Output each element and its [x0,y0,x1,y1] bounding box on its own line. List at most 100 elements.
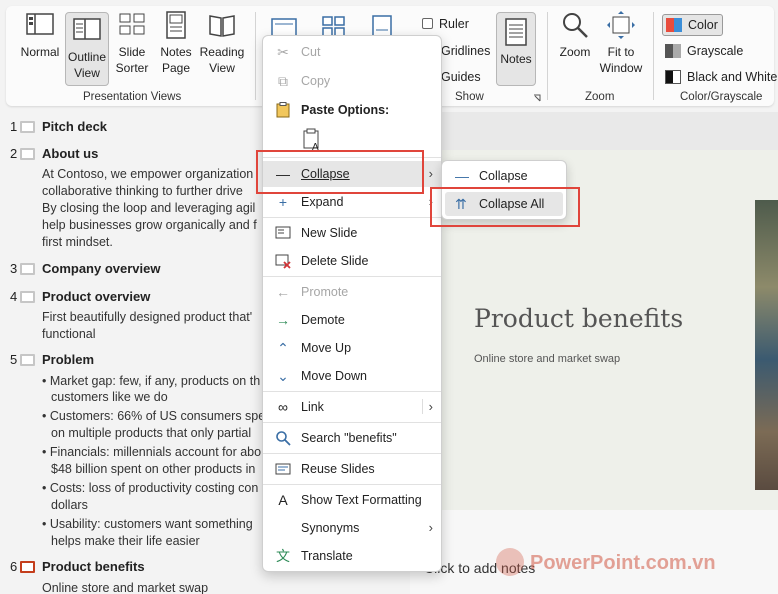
menu-label-promote: Promote [301,285,349,299]
slide-thumbnail-icon [20,148,35,160]
menu-item-link[interactable]: ∞ Link › [263,394,441,420]
normal-view-button[interactable]: Normal [18,10,62,60]
arrow-left-icon: ← [276,284,290,300]
outline-bullet[interactable]: • Costs: loss of productivity costing co… [42,480,258,497]
outline-slide-title[interactable]: Product benefits [42,559,145,574]
reading-view-label-2: View [209,61,235,75]
black-white-swatch-icon [665,70,681,84]
group-label-show: Show [455,91,484,103]
slide-subtitle[interactable]: Online store and market swap [474,353,620,365]
fit-to-window-button[interactable]: Fit to Window [598,10,644,76]
gridlines-checkbox[interactable]: Gridlines [441,43,490,59]
outline-bullet-cont[interactable]: $48 billion spent on other products in [51,461,255,478]
reading-view-button[interactable]: Reading View [199,10,245,76]
outline-slide-item[interactable]: 4 Product overview [10,289,150,304]
menu-item-search[interactable]: Search "benefits" [263,425,441,451]
copy-icon: ⧉ [278,73,288,89]
notes-page-label-1: Notes [160,45,192,59]
menu-item-translate[interactable]: 文 Translate [263,543,441,569]
fit-to-window-icon [607,11,635,39]
menu-separator [263,276,441,277]
slide-sorter-button[interactable]: Slide Sorter [112,10,152,76]
menu-separator [263,453,441,454]
guides-checkbox[interactable]: Guides [441,69,481,85]
menu-item-show-text-formatting[interactable]: A Show Text Formatting [263,487,441,513]
ruler-label: Ruler [439,17,469,31]
grayscale-label: Grayscale [687,44,744,58]
outline-slide-item[interactable]: 3 Company overview [10,261,161,276]
slide-photo[interactable] [755,200,778,490]
black-white-option[interactable]: Black and White [665,68,777,86]
outline-body-line[interactable]: collaborative thinking to further drive [42,183,243,200]
menu-item-new-slide[interactable]: New Slide [263,220,441,246]
outline-slide-title[interactable]: About us [42,146,98,161]
notes-icon [505,18,527,46]
outline-bullet-cont[interactable]: on multiple products that only partial [51,425,251,442]
chevron-right-icon[interactable]: › [421,399,433,414]
menu-item-move-down[interactable]: ⌄ Move Down [263,363,441,389]
expand-plus-icon: + [278,194,288,210]
outline-body-line[interactable]: First beautifully designed product that' [42,309,252,326]
outline-slide-title[interactable]: Company overview [42,261,161,276]
outline-bullet[interactable]: • Market gap: few, if any, products on t… [42,373,260,390]
menu-item-move-up[interactable]: ⌃ Move Up [263,335,441,361]
menu-item-synonyms[interactable]: Synonyms › [263,515,441,541]
group-label-presentation-views: Presentation Views [83,91,182,103]
reading-view-label-1: Reading [199,45,245,59]
context-menu: ✂ Cut ⧉ Copy Paste Options: A — Collapse › +… [262,35,442,572]
new-slide-icon [275,225,291,241]
grayscale-option[interactable]: Grayscale [665,42,743,60]
submenu-item-collapse[interactable]: — Collapse [445,164,563,188]
outline-bullet-cont[interactable]: helps make their life easier [51,533,200,550]
dialog-launcher-icon[interactable] [533,94,541,102]
menu-label-new-slide: New Slide [301,226,358,240]
menu-item-promote[interactable]: ← Promote [263,279,441,305]
outline-bullet[interactable]: • Customers: 66% of US consumers spe [42,408,265,425]
slide-thumbnail-icon [20,121,35,133]
menu-item-copy[interactable]: ⧉ Copy [263,68,441,94]
menu-item-reuse-slides[interactable]: Reuse Slides [263,456,441,482]
outline-bullet[interactable]: • Financials: millennials account for ab… [42,444,261,461]
menu-label-show-text-formatting: Show Text Formatting [301,493,422,507]
slide-number: 4 [10,289,18,304]
menu-item-delete-slide[interactable]: Delete Slide [263,248,441,274]
outline-body-line[interactable]: functional [42,326,96,343]
zoom-label: Zoom [559,45,591,59]
notes-button[interactable]: Notes [496,12,536,86]
move-down-icon: ⌄ [277,368,289,384]
normal-view-label: Normal [20,45,60,59]
menu-separator [263,391,441,392]
outline-body-line[interactable]: At Contoso, we empower organization [42,166,253,183]
outline-slide-item[interactable]: 1 Pitch deck [10,119,107,134]
color-option[interactable]: Color [662,14,723,36]
outline-slide-item-selected[interactable]: 6 Product benefits [10,559,145,574]
outline-body-line[interactable]: first mindset. [42,234,113,251]
outline-slide-title[interactable]: Problem [42,352,94,367]
slide-sorter-icon [119,13,145,35]
outline-slide-item[interactable]: 5 Problem [10,352,94,367]
outline-view-button[interactable]: Outline View [65,12,109,86]
outline-body-line[interactable]: By closing the loop and leveraging agil [42,200,255,217]
ruler-checkbox[interactable]: Ruler [422,16,469,32]
color-swatch-icon [666,18,682,32]
outline-bullet-cont[interactable]: dollars [51,497,88,514]
outline-bullet[interactable]: • Usability: customers want something [42,516,253,533]
clipboard-icon [275,102,291,118]
search-icon [275,430,291,446]
ruler-checkbox-box[interactable] [422,18,433,29]
paste-keep-text-only-icon[interactable]: A [301,128,323,152]
outline-body-line[interactable]: help businesses grow organically and f [42,217,257,234]
menu-label-demote: Demote [301,313,345,327]
slide-title[interactable]: Product benefits [474,304,683,333]
outline-slide-title[interactable]: Product overview [42,289,150,304]
slide-thumbnail-icon [20,291,35,303]
zoom-button[interactable]: Zoom [555,10,595,60]
menu-item-cut[interactable]: ✂ Cut [263,39,441,65]
highlight-box-collapse-all [430,187,580,227]
outline-body-line[interactable]: Online store and market swap [42,580,208,594]
outline-bullet-cont[interactable]: customers like we do [51,389,168,406]
outline-slide-item[interactable]: 2 About us [10,146,98,161]
notes-page-button[interactable]: Notes Page [156,10,196,76]
menu-item-demote[interactable]: → Demote [263,307,441,333]
outline-slide-title[interactable]: Pitch deck [42,119,107,134]
